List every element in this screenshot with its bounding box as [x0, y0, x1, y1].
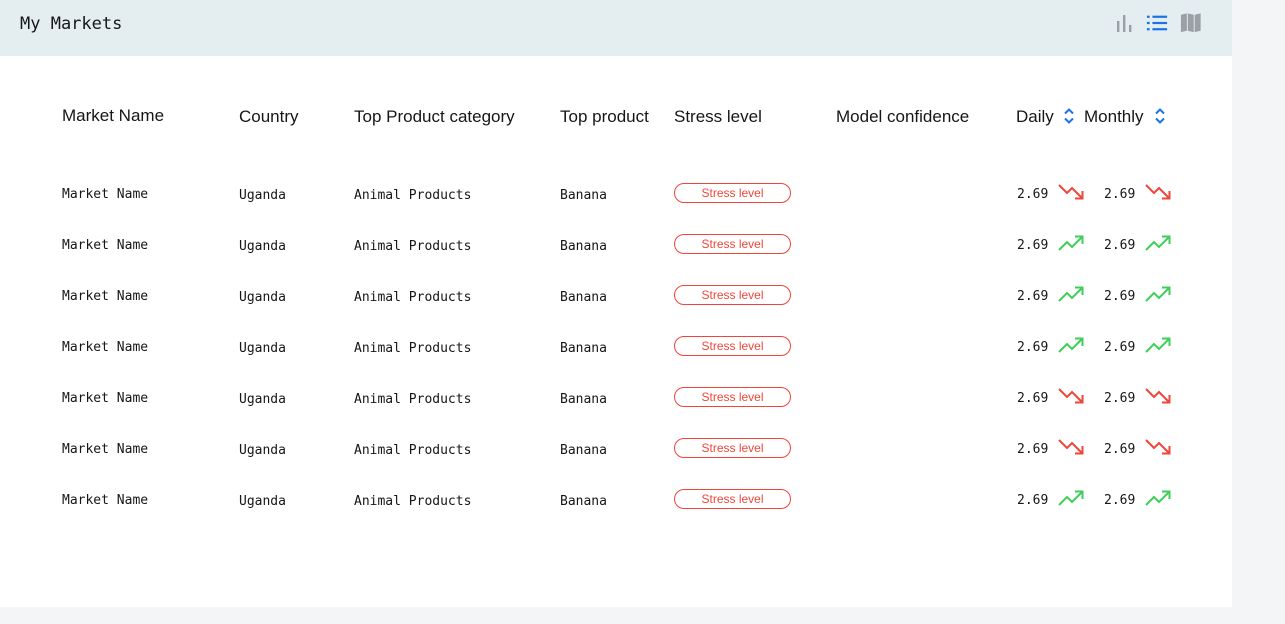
country-cell: Uganda: [239, 290, 286, 305]
trend-up-icon: [1144, 283, 1172, 305]
stress-level-badge: Stress level: [674, 285, 791, 305]
table-row[interactable]: Market Name Uganda Animal Products Banana St…: [0, 178, 1232, 218]
category-cell: Animal Products: [354, 188, 472, 203]
monthly-value: 2.69: [1104, 493, 1136, 508]
monthly-value: 2.69: [1104, 289, 1136, 304]
market-name-cell: Market Name: [62, 493, 149, 508]
trend-down-icon: [1057, 436, 1085, 458]
daily-value: 2.69: [1017, 442, 1049, 457]
trend-up-icon: [1144, 232, 1172, 254]
daily-value: 2.69: [1017, 493, 1049, 508]
product-cell: Banana: [560, 494, 607, 509]
product-cell: Banana: [560, 392, 607, 407]
bar-chart-icon: [1117, 15, 1132, 32]
category-cell: Animal Products: [354, 290, 472, 305]
monthly-value: 2.69: [1104, 442, 1136, 457]
map-view-button[interactable]: [1180, 11, 1202, 35]
trend-down-icon: [1057, 385, 1085, 407]
product-cell: Banana: [560, 341, 607, 356]
category-cell: Animal Products: [354, 443, 472, 458]
table-row[interactable]: Market Name Uganda Animal Products Banana St…: [0, 484, 1232, 524]
column-header-country: Country: [239, 107, 299, 126]
table-row[interactable]: Market Name Uganda Animal Products Banana St…: [0, 331, 1232, 371]
market-name-cell: Market Name: [62, 289, 149, 304]
category-cell: Animal Products: [354, 494, 472, 509]
country-cell: Uganda: [239, 239, 286, 254]
page-title: My Markets: [20, 14, 123, 34]
panel-header: My Markets: [0, 0, 1232, 56]
trend-up-icon: [1057, 283, 1085, 305]
trend-down-icon: [1144, 181, 1172, 203]
category-cell: Animal Products: [354, 239, 472, 254]
monthly-value: 2.69: [1104, 187, 1136, 202]
stress-level-badge: Stress level: [674, 183, 791, 203]
trend-down-icon: [1144, 385, 1172, 407]
market-name-cell: Market Name: [62, 391, 149, 406]
table-row[interactable]: Market Name Uganda Animal Products Banana St…: [0, 433, 1232, 473]
stress-level-badge: Stress level: [674, 489, 791, 509]
market-name-cell: Market Name: [62, 442, 149, 457]
column-header-top-product: Top product: [560, 107, 649, 126]
monthly-value: 2.69: [1104, 340, 1136, 355]
chart-view-button[interactable]: [1113, 11, 1135, 35]
sort-daily-icon[interactable]: [1061, 105, 1077, 127]
trend-down-icon: [1057, 181, 1085, 203]
product-cell: Banana: [560, 443, 607, 458]
monthly-value: 2.69: [1104, 391, 1136, 406]
daily-value: 2.69: [1017, 289, 1049, 304]
column-header-model-confidence: Model confidence: [836, 107, 970, 126]
markets-panel: My Markets Market Name Country Top Produ…: [0, 0, 1232, 607]
monthly-value: 2.69: [1104, 238, 1136, 253]
trend-up-icon: [1057, 232, 1085, 254]
trend-up-icon: [1144, 334, 1172, 356]
stress-level-badge: Stress level: [674, 336, 791, 356]
sort-monthly-icon[interactable]: [1152, 105, 1168, 127]
stress-level-badge: Stress level: [674, 387, 791, 407]
map-icon: [1180, 13, 1201, 33]
column-header-daily: Daily: [1016, 107, 1054, 126]
category-cell: Animal Products: [354, 392, 472, 407]
list-icon: [1146, 15, 1168, 31]
daily-value: 2.69: [1017, 391, 1049, 406]
table-row[interactable]: Market Name Uganda Animal Products Banana St…: [0, 280, 1232, 320]
daily-value: 2.69: [1017, 340, 1049, 355]
list-view-button[interactable]: [1146, 11, 1168, 35]
column-header-monthly: Monthly: [1084, 107, 1144, 126]
product-cell: Banana: [560, 239, 607, 254]
country-cell: Uganda: [239, 188, 286, 203]
stress-level-badge: Stress level: [674, 438, 791, 458]
stress-level-badge: Stress level: [674, 234, 791, 254]
country-cell: Uganda: [239, 341, 286, 356]
trend-up-icon: [1057, 487, 1085, 509]
country-cell: Uganda: [239, 494, 286, 509]
trend-down-icon: [1144, 436, 1172, 458]
table-row[interactable]: Market Name Uganda Animal Products Banana St…: [0, 382, 1232, 422]
column-header-market-name: Market Name: [62, 106, 165, 125]
market-name-cell: Market Name: [62, 340, 149, 355]
country-cell: Uganda: [239, 392, 286, 407]
product-cell: Banana: [560, 188, 607, 203]
market-name-cell: Market Name: [62, 238, 149, 253]
trend-up-icon: [1057, 334, 1085, 356]
category-cell: Animal Products: [354, 341, 472, 356]
trend-up-icon: [1144, 487, 1172, 509]
country-cell: Uganda: [239, 443, 286, 458]
product-cell: Banana: [560, 290, 607, 305]
column-header-stress-level: Stress level: [674, 107, 762, 126]
daily-value: 2.69: [1017, 238, 1049, 253]
daily-value: 2.69: [1017, 187, 1049, 202]
market-name-cell: Market Name: [62, 187, 149, 202]
table-row[interactable]: Market Name Uganda Animal Products Banana St…: [0, 229, 1232, 269]
column-header-top-product-category: Top Product category: [354, 107, 515, 126]
